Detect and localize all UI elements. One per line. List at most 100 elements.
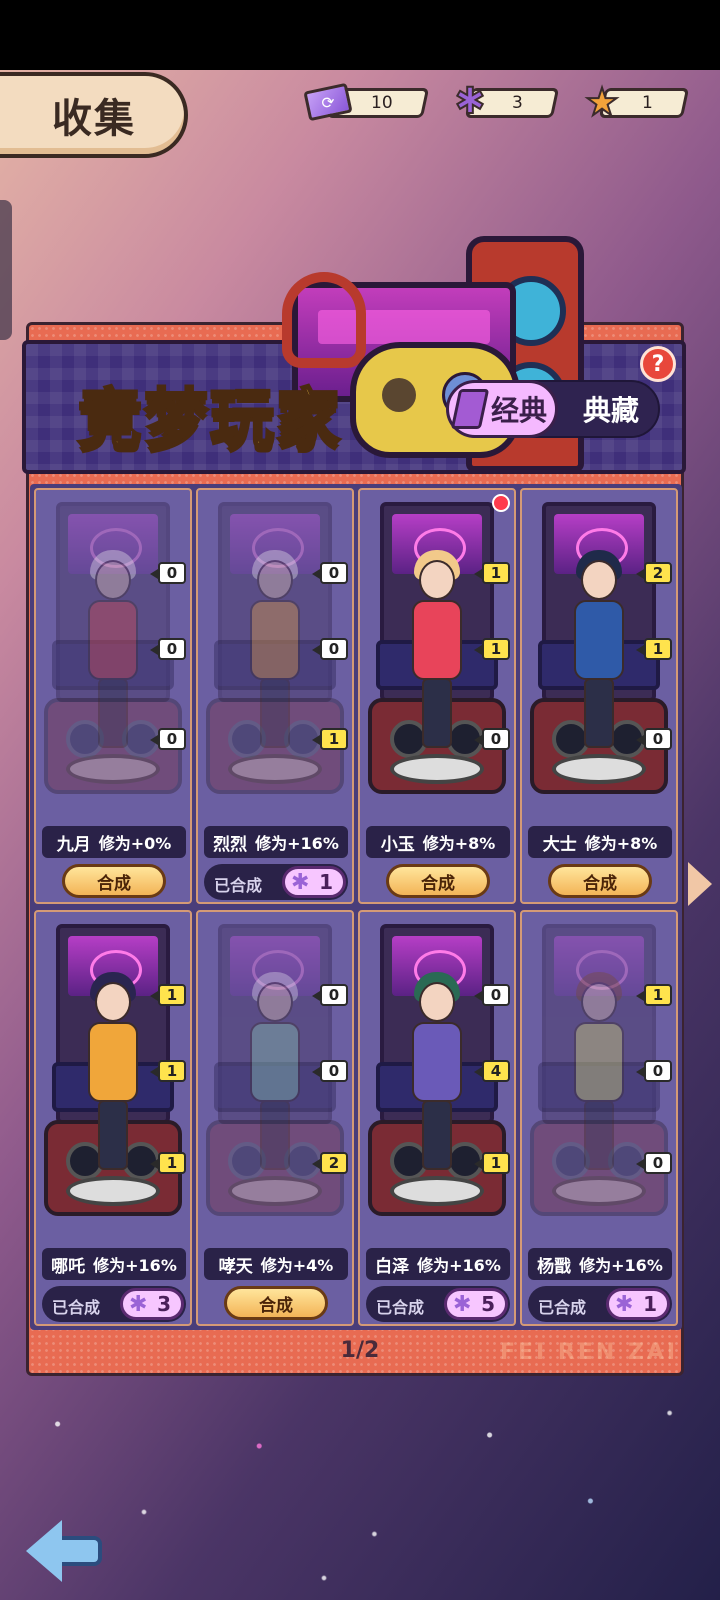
character-name-bar: 杨戬 修为+16% (528, 1248, 672, 1280)
starfield-background (0, 1380, 720, 1600)
puzzle-count-pill: ✱ 3 (120, 1288, 184, 1320)
fragment-count-badge: 0 (474, 984, 510, 1006)
puzzle-count-pill: ✱ 1 (282, 866, 346, 898)
page-title: 收集 (52, 96, 136, 142)
book-icon (450, 389, 490, 429)
notification-dot (492, 494, 510, 512)
character-card[interactable]: 2 1 0 大士 修为+8% 合成 (520, 488, 678, 904)
synthesize-button[interactable]: 合成 (62, 864, 166, 898)
synthesize-button[interactable]: 合成 (386, 864, 490, 898)
puzzle-icon: ✱ (454, 81, 486, 122)
character-figure (240, 942, 310, 1182)
character-figure (402, 520, 472, 760)
synthesized-label: 已合成 (376, 1298, 425, 1317)
puzzle-count: 1 (643, 1292, 657, 1316)
synthesize-button-label: 合成 (259, 1295, 293, 1316)
character-card[interactable]: 1 0 0 杨戬 修为+16% 已合成 ✱ 1 (520, 910, 678, 1326)
character-name-bar: 哮天 修为+4% (204, 1248, 348, 1280)
fragment-count-badge: 1 (636, 638, 672, 660)
tab-collection[interactable]: 典藏 (566, 382, 656, 436)
fragment-count-badge: 2 (312, 1152, 348, 1174)
character-bonus: 修为+4% (260, 1256, 334, 1275)
character-name-bar: 哪吒 修为+16% (42, 1248, 186, 1280)
side-drawer-handle[interactable] (0, 200, 12, 340)
watermark: FEI REN ZAI (500, 1340, 679, 1365)
next-page-arrow-icon[interactable] (688, 862, 712, 906)
fragment-count-badge: 0 (312, 1060, 348, 1082)
character-card[interactable]: 0 0 0 九月 修为+0% 合成 (34, 488, 192, 904)
character-card[interactable]: 1 1 1 哪吒 修为+16% 已合成 ✱ 3 (34, 910, 192, 1326)
puzzle-count: 3 (512, 93, 523, 113)
fragment-count-badge: 1 (150, 1152, 186, 1174)
ticket-icon: ⟳ (303, 80, 353, 124)
character-card[interactable]: 0 0 2 哮天 修为+4% 合成 (196, 910, 354, 1326)
character-name: 大士 (542, 834, 577, 855)
character-name: 九月 (56, 834, 91, 855)
character-bonus: 修为+0% (98, 834, 172, 853)
fragment-count-badge: 1 (474, 638, 510, 660)
fragment-count-badge: 0 (150, 638, 186, 660)
character-card[interactable]: 0 4 1 白泽 修为+16% 已合成 ✱ 5 (358, 910, 516, 1326)
page-title-tab: 收集 (0, 72, 188, 158)
tab-classic[interactable]: 经典 (446, 380, 558, 438)
synthesize-button-label: 合成 (97, 873, 131, 894)
character-card[interactable]: 0 0 1 烈烈 修为+16% 已合成 ✱ 1 (196, 488, 354, 904)
fragment-count-badge: 0 (636, 1152, 672, 1174)
synthesized-status: 已合成 ✱ 5 (366, 1286, 510, 1322)
character-name: 小玉 (380, 834, 415, 855)
character-bonus: 修为+16% (255, 834, 339, 853)
fragment-count-badge: 1 (150, 984, 186, 1006)
fragment-count-badge: 0 (636, 1060, 672, 1082)
character-figure (240, 520, 310, 760)
character-figure (564, 520, 634, 760)
ticket-count: 10 (371, 93, 393, 113)
synthesized-label: 已合成 (52, 1298, 101, 1317)
fragment-count-badge: 0 (312, 984, 348, 1006)
synthesized-label: 已合成 (214, 876, 263, 895)
puzzle-icon: ✱ (453, 1292, 472, 1317)
tab-classic-label: 经典 (490, 394, 547, 427)
character-bonus: 修为+16% (417, 1256, 501, 1275)
fragment-count-badge: 0 (474, 728, 510, 750)
puzzle-icon: ✱ (291, 870, 310, 895)
puzzle-count: 5 (481, 1292, 495, 1316)
help-icon[interactable]: ? (640, 346, 676, 382)
star-icon: ★ (584, 80, 620, 124)
synthesized-status: 已合成 ✱ 1 (528, 1286, 672, 1322)
tab-collection-label: 典藏 (582, 394, 639, 427)
fragment-count-badge: 0 (150, 728, 186, 750)
synthesize-button[interactable]: 合成 (224, 1286, 328, 1320)
back-arrow-icon[interactable] (26, 1520, 102, 1582)
character-name-bar: 九月 修为+0% (42, 826, 186, 858)
character-name-bar: 烈烈 修为+16% (204, 826, 348, 858)
fragment-count-badge: 0 (312, 638, 348, 660)
star-count: 1 (642, 93, 653, 113)
synthesize-button-label: 合成 (583, 873, 617, 894)
fragment-count-badge: 1 (312, 728, 348, 750)
fragment-count-badge: 0 (312, 562, 348, 584)
character-figure (78, 520, 148, 760)
headphone-decoration (282, 272, 366, 368)
character-bonus: 修为+8% (422, 834, 496, 853)
character-name: 哪吒 (51, 1256, 86, 1277)
fragment-count-badge: 0 (636, 728, 672, 750)
puzzle-icon: ✱ (615, 1292, 634, 1317)
fragment-count-badge: 1 (636, 984, 672, 1006)
synthesized-status: 已合成 ✱ 1 (204, 864, 348, 900)
puzzle-count: 1 (319, 870, 333, 894)
fragment-count-badge: 0 (150, 562, 186, 584)
character-bonus: 修为+8% (584, 834, 658, 853)
character-bonus: 修为+16% (579, 1256, 663, 1275)
puzzle-count: 3 (157, 1292, 171, 1316)
synthesized-label: 已合成 (538, 1298, 587, 1317)
character-name-bar: 白泽 修为+16% (366, 1248, 510, 1280)
synthesize-button[interactable]: 合成 (548, 864, 652, 898)
fragment-count-badge: 1 (474, 562, 510, 584)
synthesize-button-label: 合成 (421, 873, 455, 894)
character-name: 哮天 (218, 1256, 253, 1277)
character-name: 杨戬 (537, 1256, 572, 1277)
series-title: 竞梦玩家 (77, 382, 342, 459)
character-name: 白泽 (375, 1256, 410, 1277)
character-card[interactable]: 1 1 0 小玉 修为+8% 合成 (358, 488, 516, 904)
fragment-count-badge: 2 (636, 562, 672, 584)
